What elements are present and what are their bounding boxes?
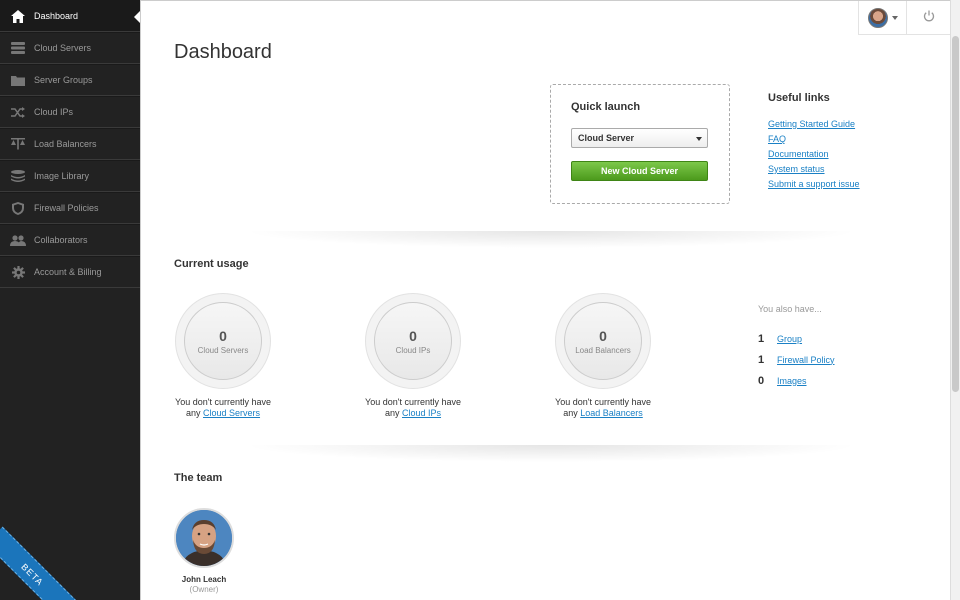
sidebar-item-image-library[interactable]: Image Library [0, 160, 140, 192]
sidebar-item-label: Server Groups [34, 75, 93, 85]
member-name: John Leach [181, 575, 227, 584]
also-have-item: 0 Images [758, 370, 835, 391]
avatar [867, 7, 888, 28]
sidebar-item-cloud-ips[interactable]: Cloud IPs [0, 96, 140, 128]
new-cloud-server-button[interactable]: New Cloud Server [571, 161, 708, 181]
server-type-select[interactable]: Cloud Server [571, 128, 708, 148]
section-divider [191, 231, 911, 251]
power-icon [923, 10, 935, 25]
sidebar: Dashboard Cloud Servers Server Groups Cl… [0, 0, 140, 600]
usage-count: 0 [219, 327, 227, 344]
sidebar-item-cloud-servers[interactable]: Cloud Servers [0, 32, 140, 64]
also-have-panel: You also have... 1 Group 1 Firewall Poli… [758, 304, 835, 391]
section-divider [191, 445, 911, 465]
sidebar-item-firewall-policies[interactable]: Firewall Policies [0, 192, 140, 224]
cloud-ips-link[interactable]: Cloud IPs [402, 408, 441, 418]
firewall-policy-link[interactable]: Firewall Policy [777, 355, 835, 365]
sidebar-item-label: Dashboard [34, 11, 79, 21]
also-have-item: 1 Firewall Policy [758, 349, 835, 370]
usage-note: You don't currently have any Cloud Serve… [158, 397, 288, 419]
cloud-servers-link[interactable]: Cloud Servers [203, 408, 260, 418]
usage-ring: 0 Cloud Servers [175, 293, 271, 389]
usage-label: Load Balancers [575, 345, 631, 355]
usage-note-text: You don't currently have [175, 397, 271, 407]
useful-links-title: Useful links [768, 92, 830, 104]
logout-button[interactable] [906, 1, 950, 35]
sidebar-item-server-groups[interactable]: Server Groups [0, 64, 140, 96]
sidebar-item-label: Account & Billing [34, 267, 102, 277]
usage-note-prefix: any [384, 408, 400, 418]
usage-label: Cloud Servers [197, 345, 249, 355]
usage-ring: 0 Load Balancers [555, 293, 651, 389]
sidebar-item-collaborators[interactable]: Collaborators [0, 224, 140, 256]
group-link[interactable]: Group [777, 334, 802, 344]
sidebar-item-label: Load Balancers [34, 139, 97, 149]
team-member[interactable]: John Leach (Owner) [174, 508, 234, 594]
top-bar [858, 1, 950, 35]
link-support-issue[interactable]: Submit a support issue [768, 179, 860, 189]
sidebar-item-label: Cloud IPs [34, 107, 74, 117]
shuffle-icon [10, 105, 26, 119]
balance-icon [10, 137, 26, 151]
team-title: The team [174, 472, 223, 484]
page-title: Dashboard [174, 41, 272, 63]
home-icon [10, 9, 26, 23]
also-have-count: 1 [758, 353, 765, 366]
usage-ring: 0 Cloud IPs [365, 293, 461, 389]
link-system-status[interactable]: System status [768, 164, 860, 174]
scrollbar-thumb[interactable] [952, 36, 959, 392]
sidebar-item-label: Image Library [34, 171, 90, 181]
sidebar-item-label: Firewall Policies [34, 203, 99, 213]
also-have-count: 0 [758, 374, 765, 387]
useful-links: Useful links Getting Started Guide FAQ D… [768, 92, 860, 194]
usage-card-cloud-servers: 0 Cloud Servers You don't currently have… [158, 293, 288, 419]
usage-dial: 0 Cloud IPs [374, 302, 452, 380]
user-menu-button[interactable] [858, 1, 906, 35]
sidebar-item-label: Collaborators [34, 235, 88, 245]
usage-note-prefix: any [563, 408, 578, 418]
sidebar-item-load-balancers[interactable]: Load Balancers [0, 128, 140, 160]
usage-note-prefix: any [185, 408, 201, 418]
usage-note-text: You don't currently have [555, 397, 651, 407]
current-usage-title: Current usage [174, 258, 249, 270]
stack-icon [10, 169, 26, 183]
link-getting-started[interactable]: Getting Started Guide [768, 119, 860, 129]
also-have-item: 1 Group [758, 328, 835, 349]
chevron-down-icon [696, 137, 702, 141]
usage-card-load-balancers: 0 Load Balancers You don't currently hav… [538, 293, 668, 419]
users-icon [10, 233, 26, 247]
link-faq[interactable]: FAQ [768, 134, 860, 144]
images-link[interactable]: Images [777, 376, 807, 386]
usage-dial: 0 Cloud Servers [184, 302, 262, 380]
member-role: (Owner) [189, 585, 219, 594]
usage-note-text: You don't currently have [365, 397, 461, 407]
folder-icon [10, 73, 26, 87]
chevron-down-icon [891, 15, 898, 20]
also-have-count: 1 [758, 332, 765, 345]
gear-icon [10, 265, 26, 279]
load-balancers-link[interactable]: Load Balancers [580, 408, 643, 418]
server-icon [10, 41, 26, 55]
shield-icon [10, 201, 26, 215]
member-photo [174, 508, 234, 568]
beta-ribbon: BETA [0, 526, 81, 600]
usage-note: You don't currently have any Load Balanc… [538, 397, 668, 419]
select-value: Cloud Server [578, 133, 635, 143]
quick-launch-panel: Quick launch Cloud Server New Cloud Serv… [550, 84, 730, 204]
usage-note: You don't currently have any Cloud IPs [348, 397, 478, 419]
sidebar-item-dashboard[interactable]: Dashboard [0, 0, 140, 32]
main-content: Dashboard Quick launch Cloud Server New … [140, 0, 950, 600]
usage-count: 0 [599, 327, 607, 344]
quick-launch-title: Quick launch [571, 101, 641, 113]
usage-count: 0 [409, 327, 417, 344]
sidebar-item-account-billing[interactable]: Account & Billing [0, 256, 140, 288]
sidebar-item-label: Cloud Servers [34, 43, 92, 53]
usage-dial: 0 Load Balancers [564, 302, 642, 380]
also-have-heading: You also have... [758, 304, 822, 314]
usage-card-cloud-ips: 0 Cloud IPs You don't currently have any… [348, 293, 478, 419]
link-documentation[interactable]: Documentation [768, 149, 860, 159]
vertical-scrollbar[interactable] [950, 0, 960, 600]
usage-label: Cloud IPs [395, 345, 431, 355]
